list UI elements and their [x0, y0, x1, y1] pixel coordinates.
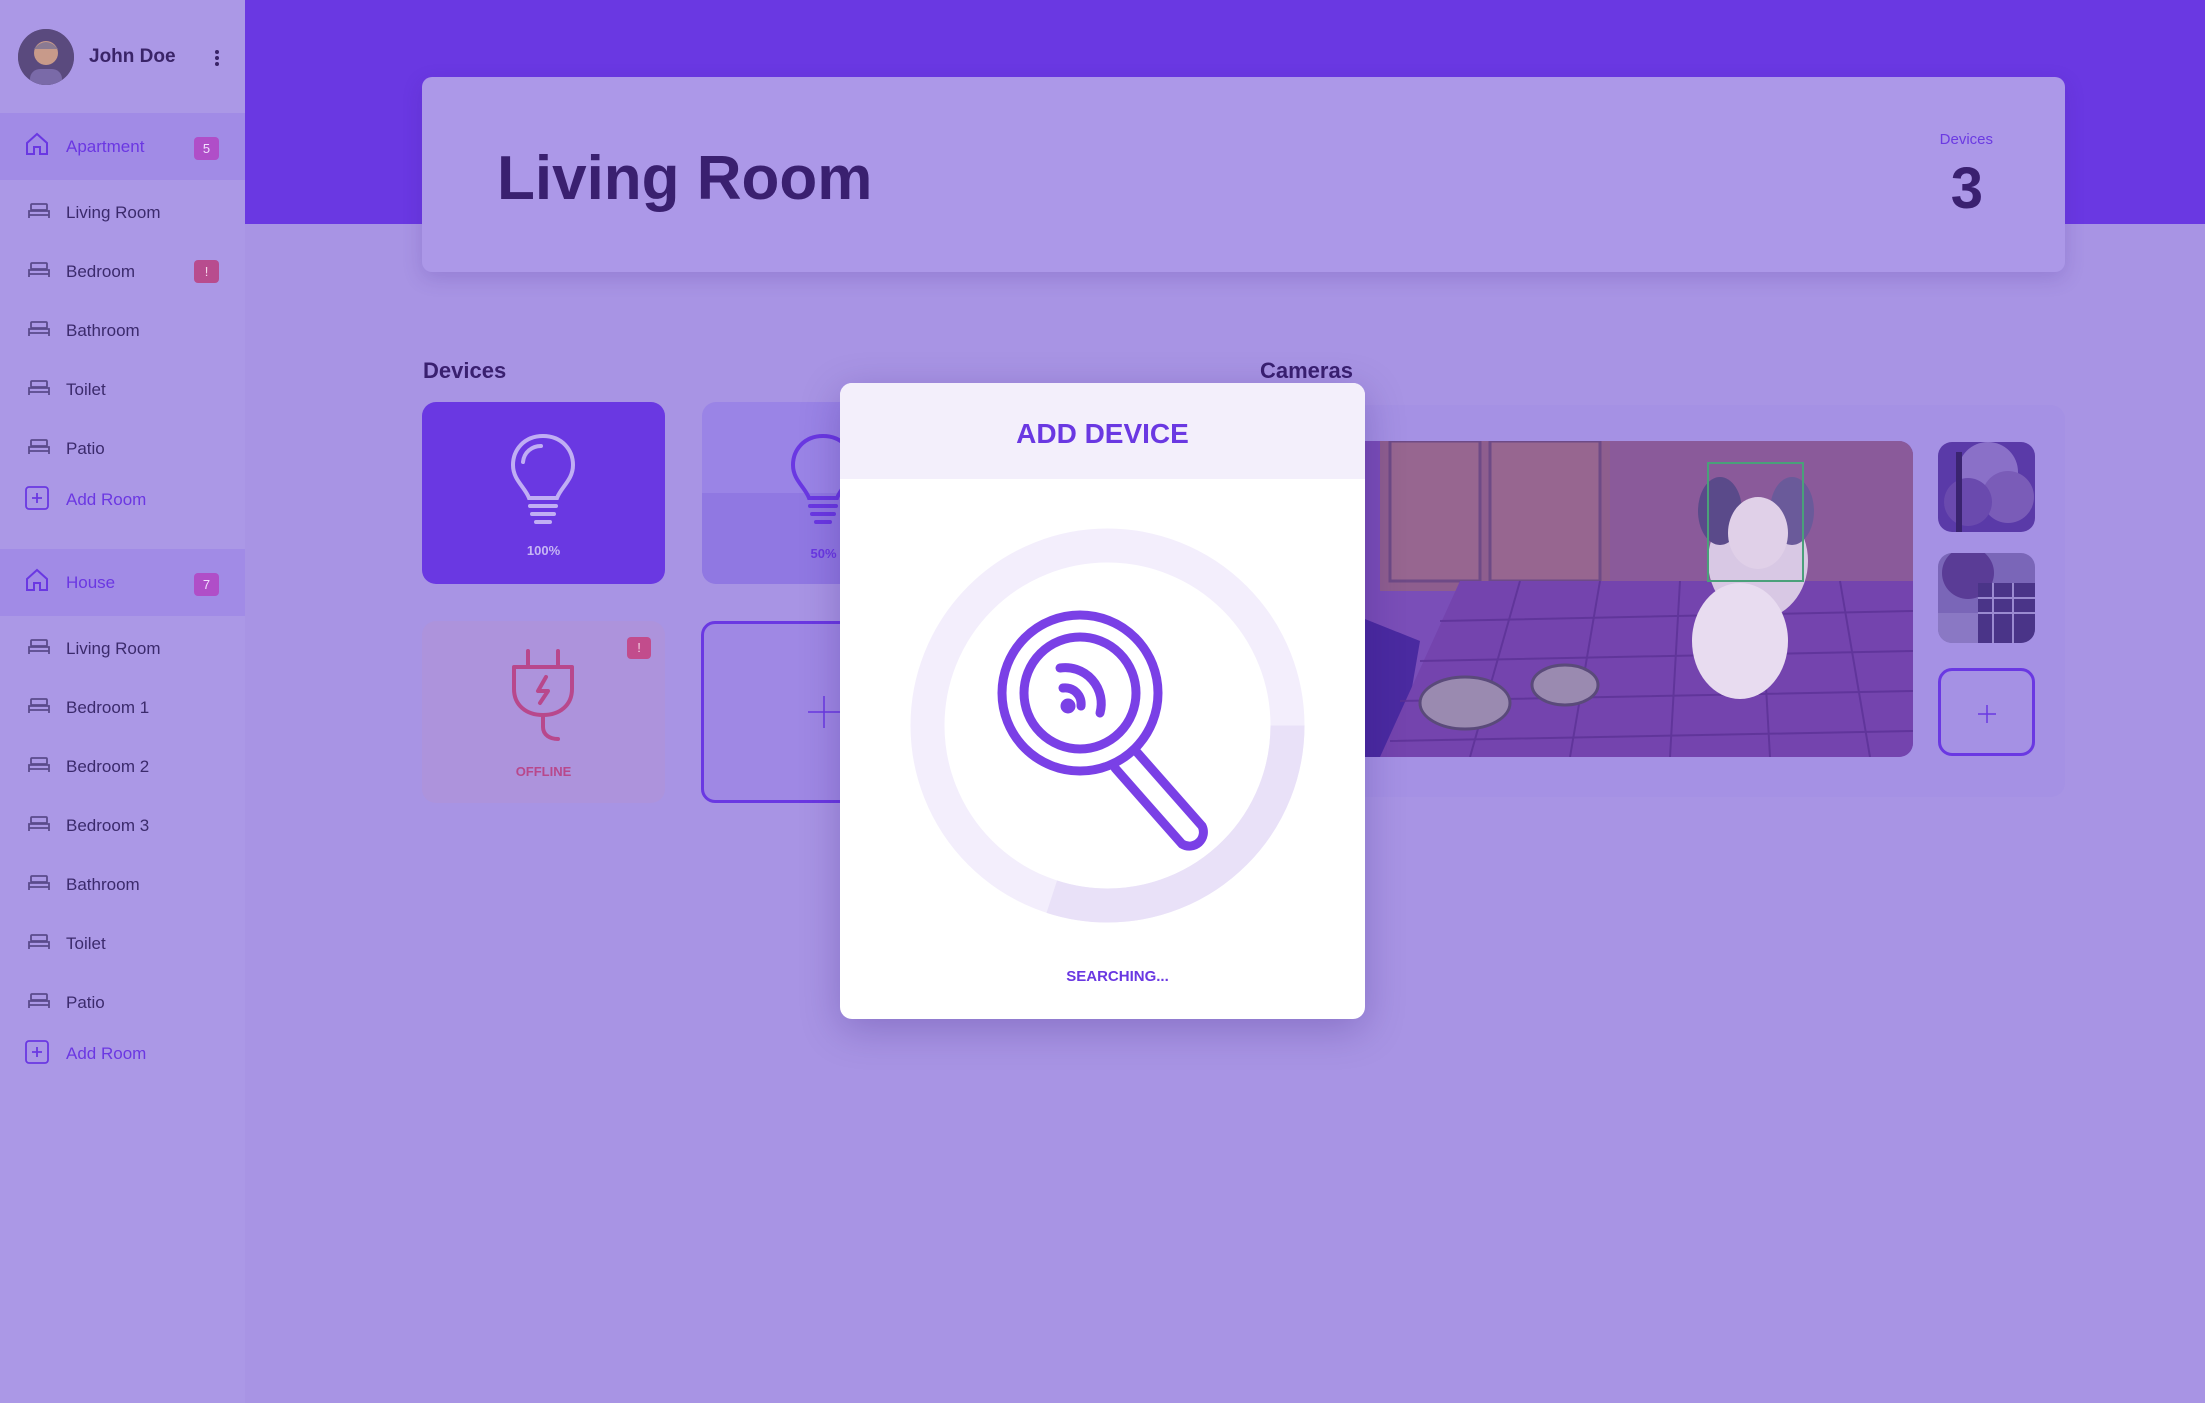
- bed-icon: [28, 379, 50, 402]
- sidebar-item-toilet[interactable]: Toilet: [0, 924, 245, 964]
- cameras-section-title: Cameras: [1260, 358, 1353, 383]
- sidebar-item-label: Bedroom 2: [66, 757, 150, 776]
- user-name: John Doe: [89, 45, 176, 67]
- modal-header: ADD DEVICE: [840, 383, 1365, 479]
- more-menu-icon[interactable]: [215, 48, 221, 68]
- sidebar-item-label: Bathroom: [66, 875, 140, 894]
- bed-icon: [28, 992, 50, 1015]
- sidebar-item-patio[interactable]: Patio: [0, 429, 245, 469]
- plus-square-icon: [24, 1039, 50, 1070]
- bed-icon: [28, 815, 50, 838]
- sidebar-item-bathroom[interactable]: Bathroom: [0, 865, 245, 905]
- sidebar-group-label: House: [66, 572, 116, 592]
- add-camera-button[interactable]: [1938, 668, 2035, 756]
- add-room-label: Add Room: [66, 1044, 147, 1063]
- avatar[interactable]: [18, 28, 74, 85]
- camera-thumbnail[interactable]: [1938, 553, 2035, 643]
- bed-icon: [28, 933, 50, 956]
- add-device-modal: ADD DEVICE SEARCHING...: [840, 383, 1365, 1019]
- bed-icon: [28, 638, 50, 661]
- sidebar-item-bedroom-2[interactable]: Bedroom 2: [0, 747, 245, 787]
- device-tile-plug-offline[interactable]: ! OFFLINE: [422, 621, 665, 803]
- device-status-label: OFFLINE: [515, 764, 572, 779]
- add-room-label: Add Room: [66, 490, 147, 509]
- bed-icon: [28, 320, 50, 343]
- sidebar-item-label: Living Room: [66, 203, 161, 222]
- search-progress-ring: [910, 528, 1305, 923]
- modal-title: ADD DEVICE: [1016, 418, 1189, 449]
- sidebar-item-toilet[interactable]: Toilet: [0, 370, 245, 410]
- sidebar-item-label: Toilet: [66, 934, 106, 953]
- page-title: Living Room: [497, 144, 873, 213]
- add-room-button[interactable]: Add Room: [0, 480, 245, 520]
- room-header-card: Living Room Devices 3: [422, 77, 2065, 272]
- devices-count-label: Devices: [1939, 131, 1993, 148]
- sidebar-item-label: Toilet: [66, 380, 106, 399]
- bed-icon: [28, 202, 50, 225]
- home-icon: [24, 567, 50, 598]
- devices-count: 3: [1950, 156, 1983, 221]
- bed-icon: [28, 438, 50, 461]
- alert-badge: !: [627, 637, 651, 659]
- bed-icon: [28, 756, 50, 779]
- devices-section-title: Devices: [423, 358, 507, 383]
- camera-main-feed[interactable]: [1320, 441, 1913, 757]
- sidebar-item-bedroom-3[interactable]: Bedroom 3: [0, 806, 245, 846]
- sidebar-item-label: Bedroom 1: [66, 698, 150, 717]
- sidebar-item-label: Bedroom: [66, 262, 135, 281]
- device-level-label: 100%: [526, 543, 561, 558]
- sidebar-item-bedroom[interactable]: Bedroom !: [0, 252, 245, 292]
- plus-square-icon: [24, 485, 50, 516]
- sidebar-group-apartment[interactable]: Apartment 5: [0, 113, 245, 180]
- bed-icon: [28, 261, 50, 284]
- home-icon: [24, 131, 50, 162]
- sidebar-item-bathroom[interactable]: Bathroom: [0, 311, 245, 351]
- sidebar-item-label: Patio: [66, 993, 105, 1012]
- sidebar: John Doe Apartment 5 Living Room Bedroom…: [0, 0, 245, 1403]
- count-badge: 5: [194, 137, 219, 160]
- plus-icon: [804, 692, 844, 737]
- lightbulb-icon: [508, 432, 578, 533]
- sidebar-item-label: Patio: [66, 439, 105, 458]
- search-status-label: SEARCHING...: [1066, 968, 1169, 985]
- search-signal-icon: [997, 610, 1208, 851]
- sidebar-item-label: Living Room: [66, 639, 161, 658]
- plug-icon: [510, 647, 576, 748]
- sidebar-group-house[interactable]: House 7: [0, 549, 245, 616]
- count-badge: 7: [194, 573, 219, 596]
- sidebar-item-patio[interactable]: Patio: [0, 983, 245, 1023]
- plus-icon: [1976, 703, 1998, 730]
- user-profile[interactable]: John Doe: [0, 0, 245, 113]
- sidebar-group-label: Apartment: [66, 136, 145, 156]
- smart-home-app: John Doe Apartment 5 Living Room Bedroom…: [0, 0, 2205, 1403]
- bed-icon: [28, 697, 50, 720]
- sidebar-item-living-room[interactable]: Living Room: [0, 629, 245, 669]
- alert-badge: !: [194, 260, 219, 283]
- sidebar-item-label: Bedroom 3: [66, 816, 150, 835]
- bed-icon: [28, 874, 50, 897]
- sidebar-item-bedroom-1[interactable]: Bedroom 1: [0, 688, 245, 728]
- sidebar-item-living-room[interactable]: Living Room: [0, 193, 245, 233]
- sidebar-item-label: Bathroom: [66, 321, 140, 340]
- device-tile-light-on[interactable]: 100%: [422, 402, 665, 584]
- add-room-button[interactable]: Add Room: [0, 1034, 245, 1074]
- camera-thumbnail[interactable]: [1938, 442, 2035, 532]
